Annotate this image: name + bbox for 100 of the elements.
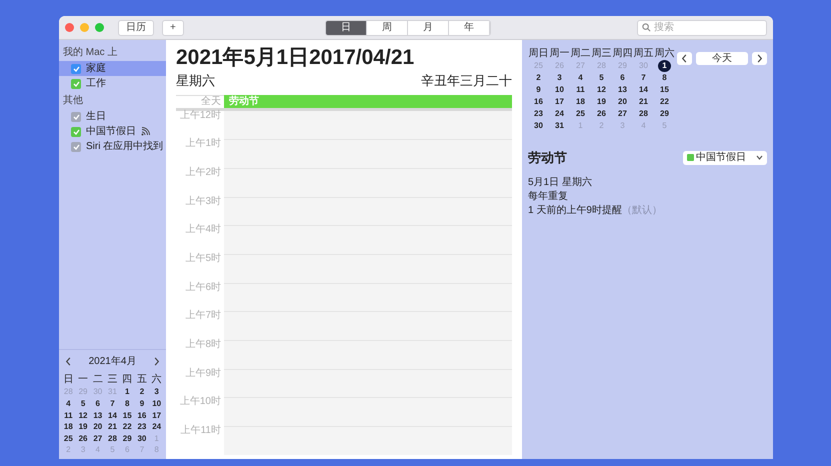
hour-slot[interactable]	[224, 340, 512, 369]
calendar-day[interactable]: 24	[149, 421, 164, 433]
calendar-day[interactable]: 18	[61, 421, 76, 433]
calendar-day[interactable]: 17	[149, 410, 164, 422]
calendar-day[interactable]: 21	[105, 421, 120, 433]
calendar-item[interactable]: Siri 在应用中找到	[59, 139, 166, 154]
calendar-day[interactable]: 14	[105, 410, 120, 422]
calendar-day[interactable]: 3	[149, 386, 164, 398]
calendar-day[interactable]: 6	[90, 398, 106, 410]
previous-month-icon[interactable]	[65, 357, 72, 366]
calendar-day[interactable]: 4	[61, 398, 76, 410]
today-button[interactable]: 今天	[696, 52, 748, 65]
calendar-day[interactable]: 31	[553, 120, 566, 132]
hour-slot[interactable]	[224, 139, 512, 168]
calendar-day[interactable]: 7	[637, 72, 650, 84]
hour-slot[interactable]	[224, 368, 512, 398]
checkbox[interactable]	[71, 112, 81, 122]
calendar-day[interactable]: 30	[134, 432, 150, 444]
calendar-day[interactable]: 13	[616, 84, 629, 96]
search-field[interactable]: 搜索	[637, 20, 767, 36]
hour-slot[interactable]	[224, 196, 512, 226]
hour-slot[interactable]	[224, 110, 512, 140]
calendar-day[interactable]: 14	[637, 84, 650, 96]
minimize-button[interactable]	[80, 23, 89, 32]
calendar-day[interactable]: 20	[90, 421, 106, 433]
calendar-day[interactable]: 29	[658, 108, 671, 120]
calendar-day[interactable]: 25	[574, 108, 587, 120]
calendar-day[interactable]: 2	[532, 72, 545, 84]
checkbox[interactable]	[71, 126, 81, 136]
calendar-day[interactable]: 28	[105, 432, 120, 444]
calendar-day[interactable]: 12	[76, 410, 90, 422]
calendar-day[interactable]: 8	[658, 72, 671, 84]
view-tab[interactable]: 月	[408, 20, 449, 34]
calendar-day[interactable]: 3	[553, 72, 566, 84]
calendar-day[interactable]: 22	[658, 96, 671, 108]
calendar-day[interactable]: 27	[616, 108, 629, 120]
calendar-day[interactable]: 5	[595, 72, 608, 84]
calendar-day[interactable]: 9	[532, 84, 545, 96]
checkbox[interactable]	[71, 142, 81, 152]
calendar-day[interactable]: 1	[120, 386, 135, 398]
calendar-day[interactable]: 6	[616, 72, 629, 84]
next-day-button[interactable]	[752, 52, 767, 65]
calendar-day[interactable]: 21	[637, 96, 650, 108]
hour-slot[interactable]	[224, 426, 512, 455]
calendar-day[interactable]: 8	[120, 398, 135, 410]
calendars-button[interactable]: 日历	[118, 20, 154, 36]
calendar-day[interactable]: 19	[595, 96, 608, 108]
calendar-day[interactable]: 18	[574, 96, 587, 108]
calendar-item[interactable]: 工作	[59, 76, 166, 91]
calendar-day[interactable]: 22	[120, 421, 135, 433]
calendar-day[interactable]: 5	[76, 398, 90, 410]
hour-slot[interactable]	[224, 168, 512, 197]
view-tab[interactable]: 日	[326, 20, 367, 34]
calendar-day[interactable]: 2	[134, 386, 150, 398]
calendar-day[interactable]: 7	[105, 398, 120, 410]
chevron-left-icon[interactable]	[681, 54, 688, 63]
calendar-day[interactable]: 10	[149, 398, 164, 410]
chevron-right-icon[interactable]	[756, 54, 763, 63]
calendar-day[interactable]: 20	[616, 96, 629, 108]
calendar-day[interactable]: 9	[134, 398, 150, 410]
calendar-day[interactable]: 30	[532, 120, 545, 132]
previous-day-button[interactable]	[677, 52, 692, 65]
hour-slot[interactable]	[224, 254, 512, 283]
calendar-day[interactable]: 1	[658, 60, 671, 72]
calendar-day[interactable]: 11	[574, 84, 587, 96]
hour-slot[interactable]	[224, 311, 512, 340]
calendar-day[interactable]: 23	[134, 421, 150, 433]
calendar-day[interactable]: 24	[553, 108, 566, 120]
checkbox[interactable]	[71, 78, 81, 88]
calendar-item[interactable]: 中国节假日	[59, 124, 166, 139]
calendar-day[interactable]: 12	[595, 84, 608, 96]
calendar-day[interactable]: 25	[61, 432, 76, 444]
calendar-day[interactable]: 11	[61, 410, 76, 422]
search-input[interactable]: 搜索	[654, 20, 766, 35]
next-month-icon[interactable]	[153, 357, 160, 366]
calendar-day[interactable]: 16	[532, 96, 545, 108]
close-button[interactable]	[65, 23, 74, 32]
calendar-day[interactable]: 27	[90, 432, 106, 444]
calendar-day[interactable]: 13	[90, 410, 106, 422]
calendar-day[interactable]: 17	[553, 96, 566, 108]
view-tab[interactable]: 周	[366, 20, 408, 34]
hour-slot[interactable]	[224, 397, 512, 426]
calendar-day[interactable]: 15	[120, 410, 135, 422]
add-button[interactable]: +	[162, 20, 184, 36]
view-tab[interactable]: 年	[448, 20, 490, 34]
calendar-day[interactable]: 15	[658, 84, 671, 96]
calendar-day[interactable]: 4	[574, 72, 587, 84]
calendar-day[interactable]: 26	[76, 432, 90, 444]
calendar-day[interactable]: 16	[134, 410, 150, 422]
hour-slot[interactable]	[224, 282, 512, 312]
calendar-day[interactable]: 10	[553, 84, 566, 96]
calendar-dropdown[interactable]: 中国节假日	[683, 150, 767, 165]
calendar-item[interactable]: 家庭	[59, 61, 166, 76]
calendar-day[interactable]: 28	[637, 108, 650, 120]
calendar-day[interactable]: 29	[120, 432, 135, 444]
calendar-day[interactable]: 23	[532, 108, 545, 120]
zoom-button[interactable]	[95, 23, 104, 32]
calendar-day[interactable]: 19	[76, 421, 90, 433]
calendar-item[interactable]: 生日	[59, 109, 166, 124]
hour-slot[interactable]	[224, 225, 512, 254]
